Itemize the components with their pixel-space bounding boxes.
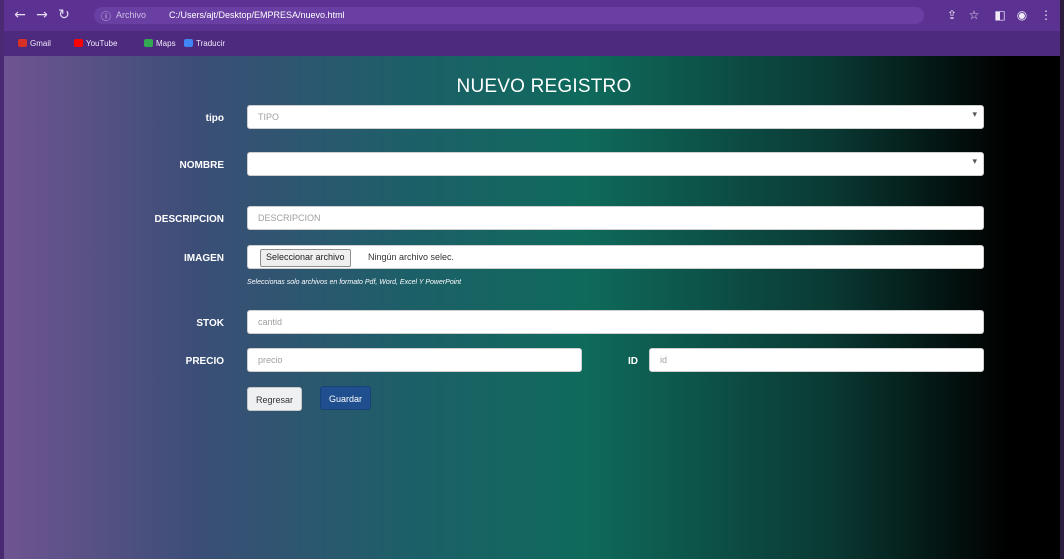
forward-arrow-icon[interactable]: →: [34, 7, 50, 23]
bookmarks-bar: Gmail YouTube Maps Traducir: [4, 31, 1060, 56]
select-file-button[interactable]: Seleccionar archivo: [260, 249, 351, 267]
info-icon[interactable]: ⓘ: [101, 8, 111, 23]
bookmark-youtube[interactable]: YouTube: [86, 39, 117, 48]
chevron-down-icon: ▾: [972, 110, 977, 120]
tipo-select[interactable]: TIPO ▾: [247, 105, 984, 129]
id-input[interactable]: id: [649, 348, 984, 372]
descripcion-placeholder: DESCRIPCION: [258, 213, 321, 223]
nombre-select[interactable]: ▾: [247, 152, 984, 176]
regresar-button[interactable]: Regresar: [247, 387, 303, 411]
extensions-icon[interactable]: ◧: [992, 7, 1008, 23]
reload-icon[interactable]: ↻: [56, 7, 72, 23]
nombre-label: NOMBRE: [179, 160, 224, 171]
stok-placeholder: cantid: [258, 317, 283, 327]
menu-icon[interactable]: ⋮: [1038, 7, 1054, 23]
address-scheme-label: Archivo: [116, 10, 147, 20]
address-url[interactable]: C:/Users/ajt/Desktop/EMPRESA/nuevo.html: [169, 10, 345, 20]
descripcion-label: DESCRIPCION: [154, 214, 224, 225]
page-content: NUEVO REGISTRO tipo TIPO ▾ NOMBRE ▾ DESC…: [4, 56, 1060, 559]
guardar-button[interactable]: Guardar: [320, 386, 372, 410]
gmail-icon: [18, 39, 27, 47]
share-icon[interactable]: ⇪: [944, 7, 960, 23]
tipo-select-value: TIPO: [258, 112, 280, 122]
precio-placeholder: precio: [258, 355, 283, 365]
address-bar[interactable]: ⓘ Archivo C:/Users/ajt/Desktop/EMPRESA/n…: [94, 7, 924, 24]
browser-window: ← → ↻ ⓘ Archivo C:/Users/ajt/Desktop/EMP…: [0, 0, 1064, 559]
star-icon[interactable]: ☆: [966, 7, 982, 23]
browser-toolbar: ← → ↻ ⓘ Archivo C:/Users/ajt/Desktop/EMP…: [4, 0, 1060, 31]
profile-avatar-icon[interactable]: ◉: [1014, 7, 1030, 23]
chevron-down-icon: ▾: [972, 157, 977, 167]
imagen-label: IMAGEN: [184, 253, 224, 264]
translate-icon: [184, 39, 193, 47]
bookmark-gmail[interactable]: Gmail: [30, 39, 51, 48]
maps-icon: [144, 39, 153, 47]
tipo-label: tipo: [205, 113, 224, 124]
precio-label: PRECIO: [185, 356, 224, 367]
file-status-text: Ningún archivo selec.: [368, 252, 455, 262]
bookmark-traducir[interactable]: Traducir: [196, 39, 225, 48]
bookmark-maps[interactable]: Maps: [156, 39, 176, 48]
youtube-icon: [74, 39, 83, 47]
descripcion-input[interactable]: DESCRIPCION: [247, 206, 984, 230]
back-arrow-icon[interactable]: ←: [12, 7, 28, 23]
stok-label: STOK: [196, 318, 224, 329]
imagen-file-input[interactable]: Seleccionar archivo Ningún archivo selec…: [247, 245, 984, 269]
page-title: NUEVO REGISTRO: [456, 76, 632, 97]
id-label: ID: [628, 356, 638, 367]
stok-input[interactable]: cantid: [247, 310, 984, 334]
file-help-text: Seleccionas solo archivos en formato Pdf…: [247, 279, 462, 286]
id-placeholder: id: [660, 355, 668, 365]
